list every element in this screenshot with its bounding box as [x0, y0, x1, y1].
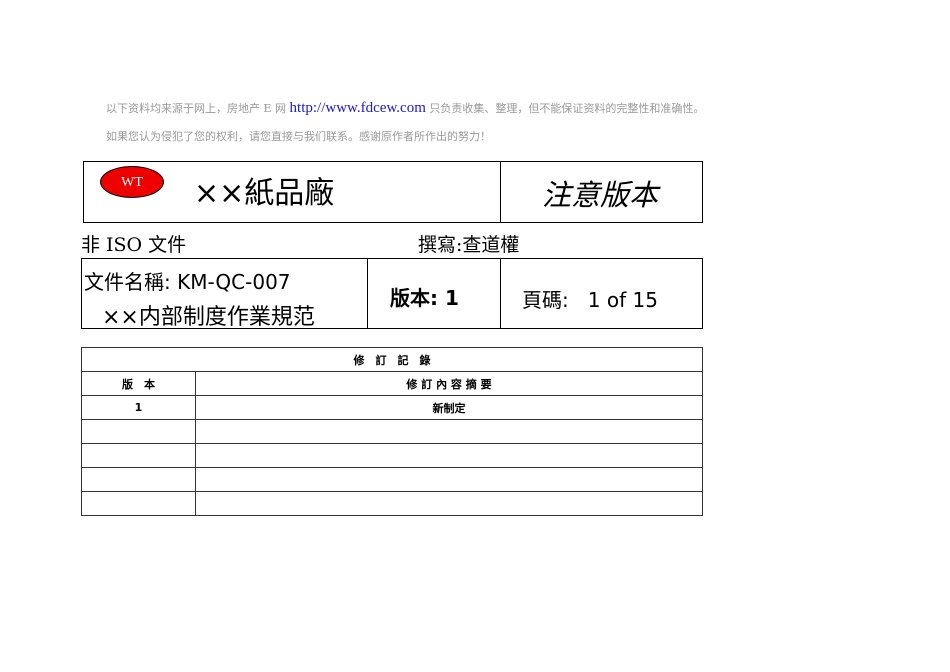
divider — [367, 258, 368, 329]
column-header-version: 版 本 — [81, 371, 196, 396]
table-row — [81, 467, 703, 492]
revision-table: 修 訂 記 錄 版 本修 訂 內 容 摘 要 1 新制定 — [81, 347, 703, 516]
cell-version — [81, 443, 196, 468]
revision-title: 修 訂 記 錄 — [81, 347, 703, 372]
document-info-box: 文件名稱: KM-QC-007 ××内部制度作業規范 版本: 1 頁碼: 1 o… — [81, 258, 703, 330]
cell-version — [81, 491, 196, 516]
cell-version: 1 — [81, 395, 196, 420]
cell-version — [81, 419, 196, 444]
disclaimer-text: 以下资料均来源于网上，房地产 E 网 — [106, 102, 287, 115]
company-name: ××紙品廠 — [194, 176, 335, 211]
version-label: 版本: 1 — [390, 286, 459, 310]
cell-summary — [195, 419, 703, 444]
column-header-summary: 修 訂 內 容 摘 要 — [195, 371, 703, 396]
non-iso-label: 非 ISO 文件 — [81, 234, 187, 256]
cell-summary: 新制定 — [195, 395, 703, 420]
table-row — [81, 443, 703, 468]
divider — [500, 258, 501, 329]
cell-version — [81, 467, 196, 492]
disclaimer-line-1: 以下资料均来源于网上，房地产 E 网 http://www.fdcew.com … — [106, 100, 704, 117]
disclaimer-text: 只负责收集、整理，但不能保证资料的完整性和准确性。 — [429, 102, 705, 115]
cell-summary — [195, 467, 703, 492]
disclaimer-line-2: 如果您认为侵犯了您的权利，请您直接与我们联系。感谢原作者所作出的努力！ — [106, 130, 491, 143]
company-logo: WT — [100, 166, 164, 198]
cell-summary — [195, 443, 703, 468]
page-number: 頁碼: 1 of 15 — [522, 288, 658, 312]
table-row: 1 新制定 — [81, 395, 703, 420]
table-row — [81, 491, 703, 516]
author-label: 撰寫:查道權 — [418, 234, 520, 256]
header-box: WT ××紙品廠 注意版本 — [83, 161, 703, 223]
divider — [500, 161, 501, 223]
table-row — [81, 419, 703, 444]
stamp-text: 注意版本 — [542, 178, 659, 212]
document-title: ××内部制度作業規范 — [102, 305, 315, 330]
cell-summary — [195, 491, 703, 516]
source-link[interactable]: http://www.fdcew.com — [290, 100, 426, 116]
document-name: 文件名稱: KM-QC-007 — [84, 270, 291, 294]
